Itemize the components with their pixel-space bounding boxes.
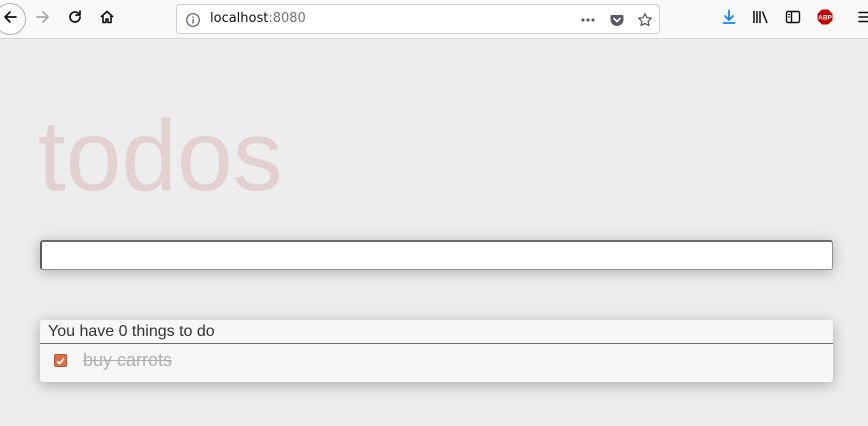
todo-count: You have 0 things to do [40,320,833,344]
pocket-icon[interactable] [609,12,625,28]
forward-button[interactable] [28,4,58,34]
todo-item: buy carrots [40,345,833,382]
new-todo-input[interactable] [40,240,833,270]
adblock-button[interactable]: ABP [810,4,840,34]
download-icon [721,9,737,29]
adblock-icon: ABP [816,8,834,30]
hamburger-menu-icon [857,9,868,29]
url-bar[interactable]: localhost:8080 [176,4,660,34]
todo-label[interactable]: buy carrots [83,350,172,371]
reload-icon [67,9,83,29]
url-host: localhost [210,11,269,26]
browser-toolbar: localhost:8080 ABP [0,0,868,39]
home-button[interactable] [92,4,122,34]
adblock-label: ABP [818,15,832,22]
url-port: :8080 [268,11,306,26]
sidebar-icon [785,9,801,29]
reload-button[interactable] [60,4,90,34]
app-title: todos [38,100,283,212]
checkmark-icon [56,351,65,370]
library-button[interactable] [746,4,776,34]
info-icon[interactable] [185,12,201,28]
url-text[interactable]: localhost:8080 [210,11,306,26]
back-button[interactable] [0,3,26,35]
downloads-button[interactable] [714,4,744,34]
library-icon [752,9,770,29]
todo-checkbox[interactable] [54,354,67,367]
home-icon [99,9,115,29]
forward-arrow-icon [35,9,51,29]
sidebar-button[interactable] [778,4,808,34]
menu-button[interactable] [850,4,868,34]
star-icon[interactable] [637,12,653,28]
back-arrow-icon [2,9,18,29]
todo-list-panel: You have 0 things to do buy carrots [40,320,833,382]
more-dots-icon[interactable] [580,12,596,28]
